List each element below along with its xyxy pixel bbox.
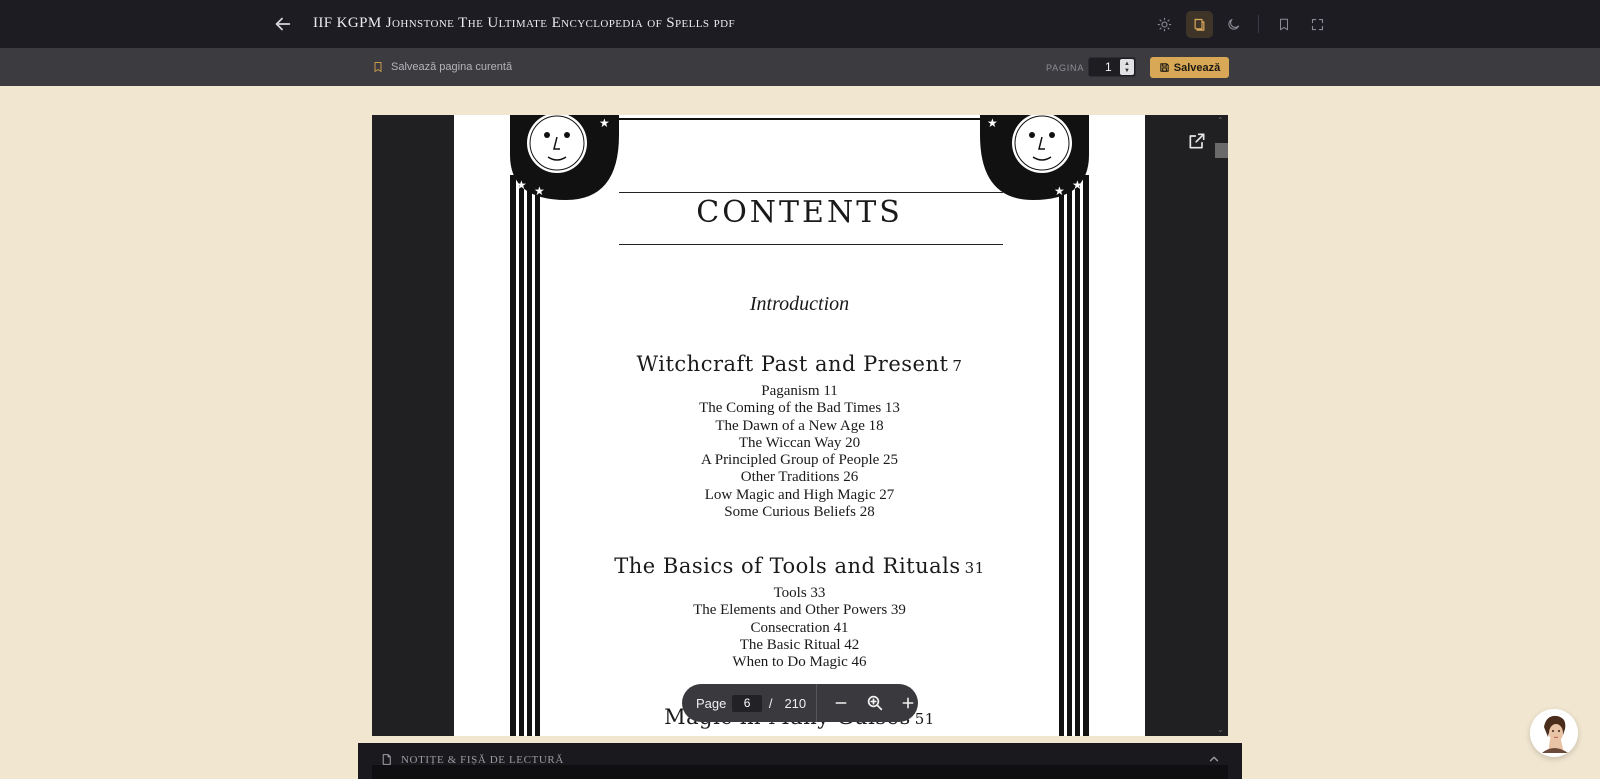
toc-item: Paganism 11 — [761, 383, 838, 399]
introduction-heading: Introduction — [749, 293, 850, 315]
viewer-scrollbar[interactable]: ⌃ ⌄ — [1214, 115, 1228, 736]
section-page: 7 — [952, 357, 963, 375]
fullscreen-button[interactable] — [1304, 11, 1331, 38]
plus-icon — [902, 697, 914, 709]
sepia-theme-button[interactable] — [1186, 11, 1213, 38]
page-number-value: 1 — [1105, 60, 1112, 74]
page-separator: / — [768, 695, 773, 711]
total-pages: 210 — [784, 695, 807, 711]
notes-panel-body — [372, 765, 1228, 779]
document-icon — [382, 754, 391, 765]
toc-item: A Principled Group of People 25 — [700, 452, 899, 469]
bookmark-button[interactable] — [1270, 11, 1297, 38]
sepia-book-icon — [1194, 18, 1205, 31]
toolbar-divider — [1258, 15, 1259, 33]
toc-item: The Wiccan Way 20 — [738, 434, 861, 451]
stepper-up-icon[interactable]: ▲ — [1124, 61, 1130, 67]
back-button[interactable] — [272, 13, 294, 35]
reading-progress-bar — [0, 48, 1600, 86]
pdf-viewer[interactable]: ★ ★ ★ ★ ★ ★ CONTENTS Introduction Witchc… — [372, 115, 1228, 736]
zoom-out-button[interactable] — [831, 693, 851, 713]
zoom-in-button[interactable] — [898, 693, 918, 713]
light-theme-button[interactable] — [1151, 11, 1178, 38]
section-page: 31 — [964, 559, 985, 577]
scroll-up-icon[interactable]: ⌃ — [1217, 117, 1225, 125]
avatar-portrait-icon — [1530, 709, 1578, 757]
toc-list: Paganism 11 The Coming of the Bad Times … — [454, 383, 1145, 521]
page-stepper[interactable]: ▲ ▼ — [1120, 59, 1134, 75]
scroll-down-icon[interactable]: ⌄ — [1217, 726, 1225, 734]
top-bar: IIF KGPM Johnstone The Ultimate Encyclop… — [0, 0, 1600, 48]
section-heading: Witchcraft Past and Present 7 — [454, 352, 1145, 376]
assistant-avatar[interactable] — [1530, 709, 1578, 757]
toc-list: Tools 33 The Elements and Other Powers 3… — [454, 585, 1145, 671]
toc-item: Some Curious Beliefs 28 — [724, 504, 875, 521]
external-link-icon — [1189, 133, 1205, 149]
document-title: IIF KGPM Johnstone The Ultimate Encyclop… — [313, 15, 735, 31]
bookmark-icon — [1279, 18, 1288, 31]
section-heading: The Basics of Tools and Rituals 31 — [454, 554, 1145, 578]
toc-item: Tools 33 — [773, 585, 826, 601]
toc-item: The Elements and Other Powers 39 — [693, 602, 906, 619]
section-title: The Basics of Tools and Rituals — [614, 554, 961, 578]
zoom-in-icon — [867, 695, 882, 711]
stepper-down-icon[interactable]: ▼ — [1124, 68, 1130, 74]
pdf-page: ★ ★ ★ ★ ★ ★ CONTENTS Introduction Witchc… — [454, 115, 1145, 736]
zoom-button[interactable] — [865, 693, 885, 713]
bookmark-icon — [374, 62, 382, 72]
svg-text:★: ★ — [987, 116, 998, 130]
fullscreen-icon — [1311, 18, 1324, 31]
notes-expand-button[interactable] — [1207, 752, 1221, 766]
sun-face-icon: ★ ★ ★ — [510, 115, 619, 200]
toolbar-divider — [816, 684, 818, 722]
dark-theme-button[interactable] — [1220, 11, 1247, 38]
notes-label: NOTIȚE & FIȘĂ DE LECTURĂ — [401, 753, 564, 766]
save-current-page-label: Salvează pagina curentă — [391, 61, 513, 73]
minus-icon — [835, 702, 847, 704]
toc-item: The Coming of the Bad Times 13 — [699, 400, 900, 417]
toc-item: Consecration 41 — [750, 619, 849, 636]
toc-item: Low Magic and High Magic 27 — [704, 486, 895, 503]
sun-face-icon: ★ ★ ★ — [980, 115, 1089, 200]
sun-icon — [1157, 17, 1172, 32]
save-button-label: Salvează — [1173, 61, 1221, 74]
current-page-input[interactable]: 6 — [732, 694, 762, 712]
page-label: PAGINA — [1046, 63, 1085, 73]
toc-item: The Basic Ritual 42 — [739, 636, 860, 653]
floppy-disk-icon — [1160, 63, 1169, 72]
arrow-left-icon — [275, 17, 291, 31]
section-title: Witchcraft Past and Present — [636, 352, 949, 376]
scrollbar-thumb[interactable] — [1215, 143, 1228, 158]
chevron-up-icon — [1209, 756, 1219, 762]
contents-heading: CONTENTS — [696, 195, 903, 230]
svg-text:★: ★ — [516, 178, 527, 192]
svg-text:★: ★ — [1072, 178, 1083, 192]
save-current-page-link[interactable]: Salvează pagina curentă — [372, 59, 512, 75]
toc-item: Other Traditions 26 — [740, 469, 859, 486]
toc-item: The Dawn of a New Age 18 — [715, 417, 884, 434]
open-external-button[interactable] — [1187, 131, 1207, 151]
notes-toggle[interactable]: NOTIȚE & FIȘĂ DE LECTURĂ — [380, 753, 564, 766]
pdf-page-toolbar: Page 6 / 210 — [682, 684, 918, 722]
page-label: Page — [696, 695, 727, 711]
save-button[interactable]: Salvează — [1150, 57, 1229, 78]
toc-item: When to Do Magic 46 — [732, 654, 867, 671]
moon-icon — [1228, 18, 1240, 30]
svg-text:★: ★ — [599, 116, 610, 130]
